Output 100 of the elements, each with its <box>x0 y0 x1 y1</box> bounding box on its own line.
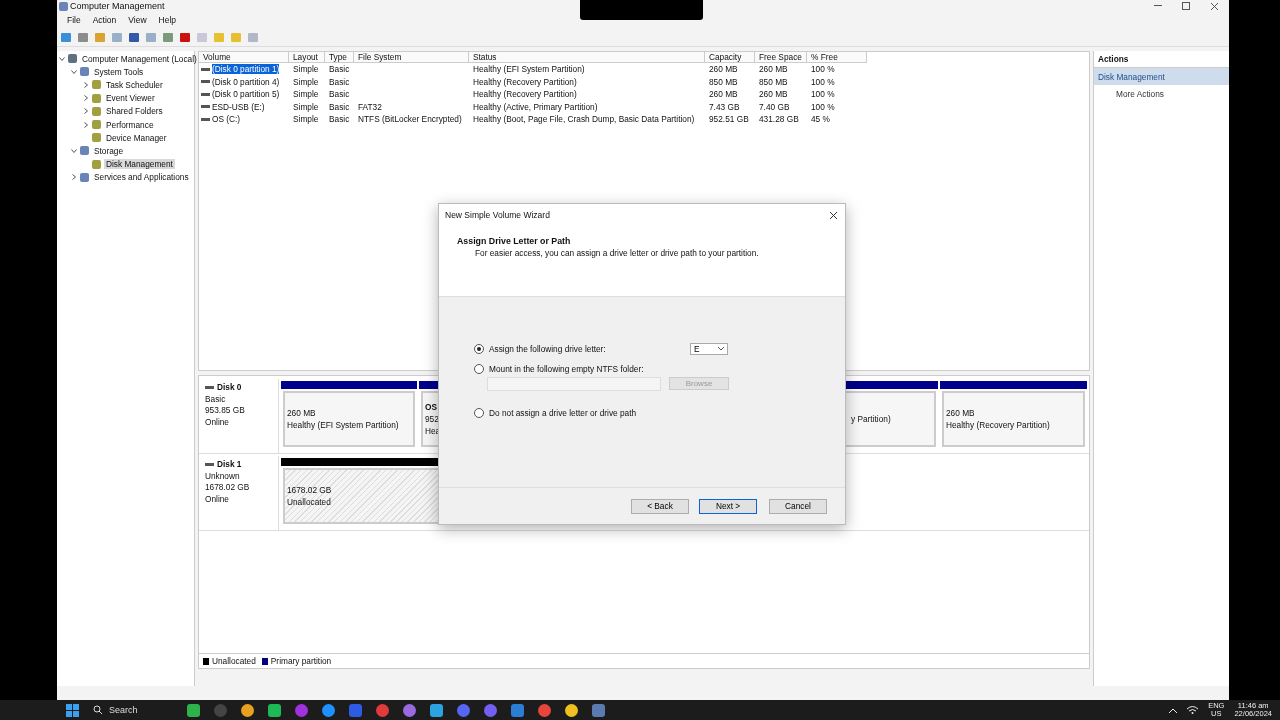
table-cell-text: 260 MB <box>708 64 739 75</box>
table-cell-text: 100 % <box>810 64 836 75</box>
disk-info: Online <box>205 416 230 428</box>
taskbar-app-icon[interactable] <box>241 703 254 717</box>
menu-item[interactable]: Action <box>92 15 117 25</box>
chevron-right-icon[interactable] <box>83 121 89 128</box>
table-cell-text: 100 % <box>810 76 836 87</box>
partition-block[interactable]: 260 MB Healthy (EFI System Partition) <box>281 381 417 449</box>
tree-item[interactable]: Device Manager <box>104 132 169 143</box>
table-cell-text: Basic <box>328 64 351 75</box>
chevron-right-icon[interactable] <box>83 81 89 88</box>
search-icon <box>93 705 103 715</box>
table-cell-text: 260 MB <box>758 64 789 75</box>
table-cell-text: 7.40 GB <box>758 101 791 112</box>
option-label[interactable]: Assign the following drive letter: <box>489 344 685 354</box>
tree-item[interactable]: Performance <box>104 119 156 130</box>
table-cell-text: Healthy (Recovery Partition) <box>472 76 578 87</box>
caret-icon <box>718 347 724 351</box>
taskbar-app-icon[interactable] <box>322 703 335 717</box>
taskbar-app-icon[interactable] <box>430 703 443 717</box>
table-cell-text: Healthy (Recovery Partition) <box>472 89 578 100</box>
back-button[interactable]: < Back <box>631 498 689 514</box>
taskbar-app-icon[interactable] <box>268 703 281 717</box>
close-button[interactable] <box>827 209 839 221</box>
table-cell-text: Simple <box>292 76 320 87</box>
column-header[interactable]: Capacity <box>705 52 755 63</box>
chevron-down-icon[interactable] <box>71 147 77 154</box>
disk-name: Disk 1 <box>217 459 242 471</box>
taskbar-app-icon[interactable] <box>403 703 416 717</box>
table-cell-text: 260 MB <box>708 89 739 100</box>
disk-info: 1678.02 GB <box>205 482 251 494</box>
volume-name[interactable]: (Disk 0 partition 5) <box>212 89 280 100</box>
table-cell-text: 850 MB <box>758 76 789 87</box>
column-header[interactable]: Layout <box>289 52 325 63</box>
table-cell-text: 431.28 GB <box>758 114 800 125</box>
menu-item[interactable]: File <box>67 15 81 25</box>
chevron-up-icon[interactable] <box>1169 707 1178 713</box>
table-cell-text: Healthy (Boot, Page File, Crash Dump, Basic Data Partition) <box>472 114 696 125</box>
taskbar-app-icon[interactable] <box>187 703 200 717</box>
taskbar-app-icon[interactable] <box>511 703 524 717</box>
partition-info: 952 <box>425 413 439 425</box>
table-cell-text: Healthy (Active, Primary Partition) <box>472 101 599 112</box>
start-icon[interactable] <box>66 703 79 717</box>
next-button[interactable]: Next > <box>699 498 757 514</box>
table-cell-text: 260 MB <box>758 89 789 100</box>
taskbar-app-icon[interactable] <box>565 703 578 717</box>
volume-name[interactable]: (Disk 0 partition 1) <box>212 64 280 75</box>
tree-item[interactable]: Storage <box>92 145 126 156</box>
partition-block[interactable]: 260 MB Healthy (Recovery Partition) <box>940 381 1087 449</box>
table-cell-text: Basic <box>328 89 351 100</box>
search-field[interactable]: Search <box>93 705 173 715</box>
radio-button[interactable] <box>474 344 484 354</box>
partition-info: Healthy (EFI System Partition) <box>287 419 399 431</box>
table-cell-text: Simple <box>292 101 320 112</box>
dialog-title: New Simple Volume Wizard <box>445 210 550 220</box>
table-cell-text: Simple <box>292 89 320 100</box>
volume-name[interactable]: ESD-USB (E:) <box>212 101 265 112</box>
column-header[interactable]: Status <box>469 52 705 63</box>
tree-item[interactable]: Event Viewer <box>104 93 157 104</box>
table-cell-text: Basic <box>328 76 351 87</box>
wifi-icon[interactable] <box>1187 706 1199 714</box>
table-cell-text: Basic <box>328 114 351 125</box>
chevron-right-icon[interactable] <box>83 95 89 102</box>
volume-name[interactable]: (Disk 0 partition 4) <box>212 76 280 87</box>
volume-name[interactable]: OS (C:) <box>212 114 241 125</box>
table-cell-text: 850 MB <box>708 76 739 87</box>
disk-info: Unknown <box>205 470 241 482</box>
option-label[interactable]: Do not assign a drive letter or drive path <box>489 408 685 418</box>
chevron-down-icon[interactable] <box>59 55 65 62</box>
menu-item[interactable]: Help <box>158 15 177 25</box>
radio-button[interactable] <box>474 408 484 418</box>
column-header[interactable]: File System <box>354 52 469 63</box>
disk-info: Online <box>205 493 230 505</box>
tree-item[interactable]: Computer Management (Local) <box>80 53 199 64</box>
window-title: Computer Management <box>70 1 166 11</box>
tree-item[interactable]: Task Scheduler <box>104 79 165 90</box>
chevron-right-icon[interactable] <box>71 174 77 181</box>
taskbar-app-icon[interactable] <box>538 703 551 717</box>
partition-info: 260 MB <box>946 407 975 419</box>
column-header[interactable]: % Free <box>807 52 867 63</box>
table-cell-text: NTFS (BitLocker Encrypted) <box>357 114 463 125</box>
table-cell-text: 952.51 GB <box>708 114 750 125</box>
table-cell-text: Healthy (EFI System Partition) <box>472 64 586 75</box>
column-header[interactable]: Free Space <box>755 52 807 63</box>
actions-pane-entry[interactable]: More Actions <box>1094 85 1229 102</box>
tree-item[interactable]: Services and Applications <box>92 172 191 183</box>
column-header[interactable]: Type <box>325 52 354 63</box>
wizard-subheading: For easier access, you can assign a drive letter or drive path to your partition. <box>474 248 760 258</box>
tree-item[interactable]: Shared Folders <box>104 106 165 117</box>
chevron-right-icon[interactable] <box>83 108 89 115</box>
partition-info: 260 MB <box>287 407 316 419</box>
column-header[interactable]: Volume <box>199 52 289 63</box>
tree-item[interactable]: Disk Management <box>104 159 175 170</box>
actions-pane-entry[interactable]: Disk Management <box>1094 68 1229 85</box>
menu-item[interactable]: View <box>128 15 147 25</box>
chevron-down-icon[interactable] <box>71 68 77 75</box>
cancel-button[interactable]: Cancel <box>769 498 827 514</box>
drive-letter-dropdown[interactable]: E <box>690 343 728 355</box>
tree-item[interactable]: System Tools <box>92 66 146 77</box>
table-cell-text: FAT32 <box>357 101 383 112</box>
